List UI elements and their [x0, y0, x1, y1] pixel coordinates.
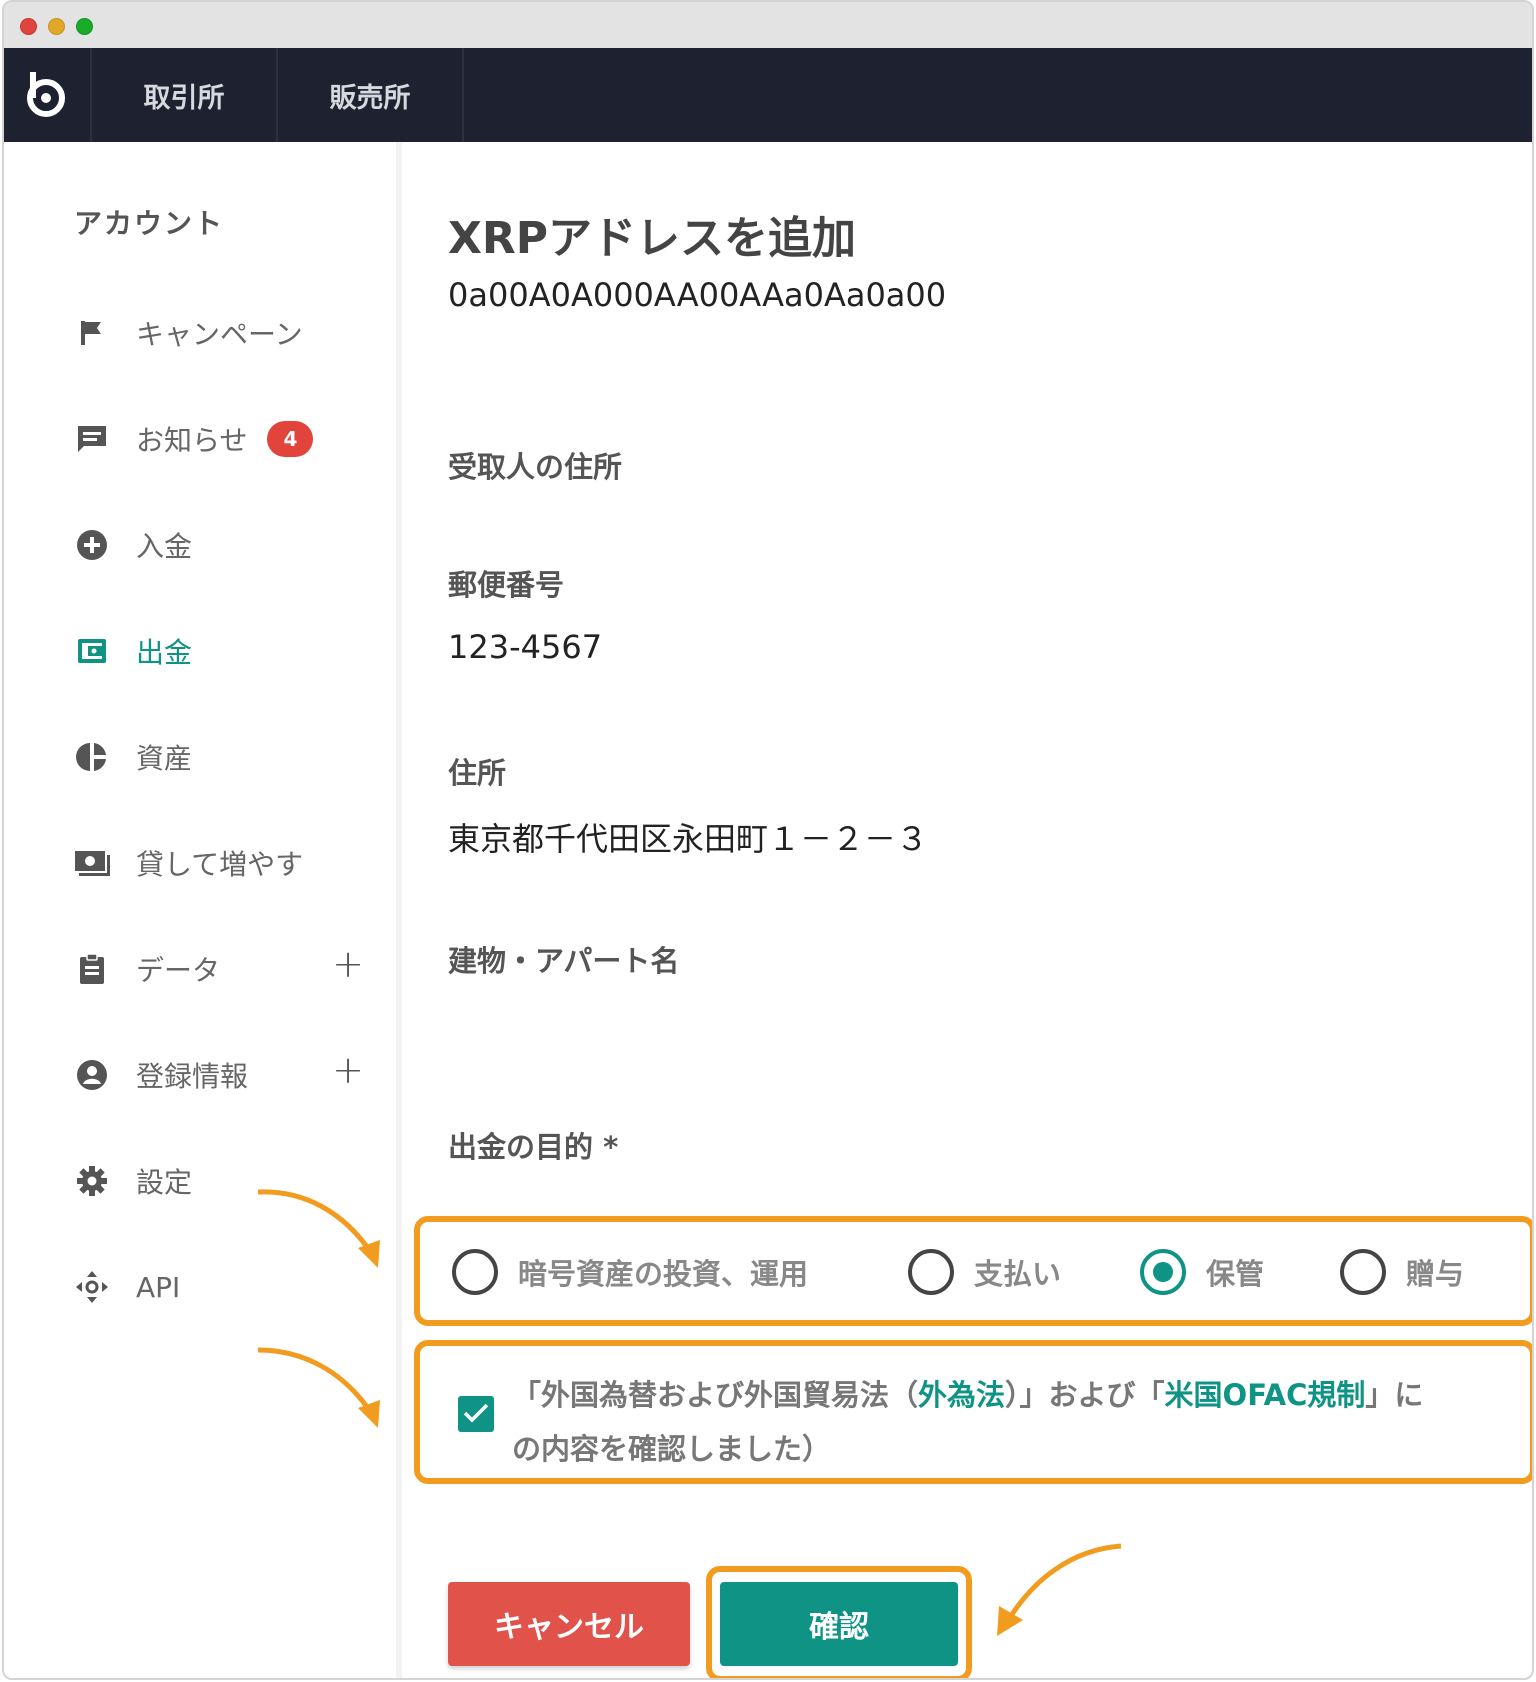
purpose-radio-group: 暗号資産の投資、運用 支払い 保管 贈与: [414, 1216, 1532, 1326]
address-value: 東京都千代田区永田町１－２－３: [448, 820, 929, 858]
sidebar-item-label: キャンペーン: [136, 318, 303, 351]
cancel-button[interactable]: キャンセル: [448, 1582, 690, 1666]
sidebar-item-label: データ: [136, 954, 221, 987]
building-label: 建物・アパート名: [448, 944, 680, 978]
sidebar-item-label: 入金: [136, 530, 193, 563]
gear-icon: [74, 1163, 110, 1199]
consent-checkbox[interactable]: [458, 1396, 494, 1432]
message-icon: [74, 421, 110, 457]
sidebar-item-campaign[interactable]: キャンペーン: [74, 308, 384, 358]
sidebar-item-data[interactable]: データ +: [74, 942, 384, 994]
radio-circle[interactable]: [452, 1249, 498, 1295]
postal-code-label: 郵便番号: [448, 568, 565, 602]
radio-circle[interactable]: [1340, 1249, 1386, 1295]
maximize-window-button[interactable]: [76, 18, 93, 35]
postal-code-value: 123-4567: [448, 628, 603, 666]
annotation-arrow: [997, 1543, 1122, 1636]
minimize-window-button[interactable]: [48, 18, 65, 35]
radio-label: 暗号資産の投資、運用: [518, 1257, 809, 1291]
sidebar-item-label: API: [136, 1270, 181, 1304]
sidebar-item-lending[interactable]: 貸して増やす: [74, 838, 384, 888]
sidebar-item-deposit[interactable]: 入金: [74, 520, 384, 570]
radio-label: 保管: [1206, 1257, 1265, 1291]
purpose-label: 出金の目的 *: [448, 1130, 619, 1164]
sidebar-item-label: 資産: [136, 742, 193, 775]
radio-circle[interactable]: [1140, 1249, 1186, 1295]
confirm-button[interactable]: 確認: [720, 1582, 958, 1666]
tab-sales[interactable]: 販売所: [278, 48, 464, 142]
consent-area: 「外国為替および外国貿易法（外為法）」および「米国OFAC規制」に の内容を確認…: [414, 1340, 1532, 1484]
sidebar-item-label: 設定: [136, 1166, 193, 1199]
radio-circle[interactable]: [908, 1249, 954, 1295]
annotation-arrow: [257, 1189, 380, 1268]
annotation-arrow: [257, 1347, 380, 1428]
top-nav: 取引所 販売所: [4, 48, 1532, 142]
sidebar-item-withdraw[interactable]: 出金: [74, 626, 384, 676]
wallet-icon: [74, 633, 110, 669]
radio-investment[interactable]: 暗号資産の投資、運用: [452, 1249, 808, 1295]
sidebar-item-label: お知らせ: [136, 424, 248, 457]
brand-logo[interactable]: [4, 48, 92, 142]
tab-exchange[interactable]: 取引所: [92, 48, 278, 142]
radio-payment[interactable]: 支払い: [908, 1249, 1061, 1295]
radio-storage[interactable]: 保管: [1140, 1249, 1264, 1295]
fx-law-link[interactable]: 外為法: [918, 1378, 1005, 1412]
ofac-link[interactable]: 米国OFAC規制: [1165, 1378, 1366, 1412]
money-icon: [74, 845, 110, 881]
expand-icon[interactable]: +: [332, 942, 364, 986]
sidebar-heading: アカウント: [74, 207, 225, 240]
radio-gift[interactable]: 贈与: [1340, 1249, 1464, 1295]
xrp-address: 0a00A0A000AA00AAa0Aa0a00: [448, 276, 947, 314]
pie-chart-icon: [74, 739, 110, 775]
user-circle-icon: [74, 1057, 110, 1093]
sidebar-item-label: 登録情報: [136, 1060, 249, 1093]
api-icon: [74, 1269, 110, 1305]
consent-text: 「外国為替および外国貿易法（外為法）」および「米国OFAC規制」に の内容を確認…: [512, 1378, 1424, 1466]
recipient-address-label: 受取人の住所: [448, 450, 623, 484]
page-title: XRPアドレスを追加: [448, 213, 857, 264]
sidebar-item-assets[interactable]: 資産: [74, 732, 384, 782]
expand-icon[interactable]: +: [332, 1048, 364, 1092]
sidebar: アカウント キャンペーン お知らせ 4 入金 出金 資産 貸して増やす データ …: [4, 142, 402, 1678]
sidebar-item-label: 出金: [136, 636, 193, 669]
sidebar-item-profile[interactable]: 登録情報 +: [74, 1048, 384, 1100]
flag-icon: [74, 315, 110, 351]
app-window: 取引所 販売所 アカウント キャンペーン お知らせ 4 入金 出金 資産 貸して…: [2, 0, 1534, 1680]
address-label: 住所: [448, 756, 507, 790]
clipboard-icon: [74, 951, 110, 987]
close-window-button[interactable]: [20, 18, 37, 35]
sidebar-item-news[interactable]: お知らせ 4: [74, 414, 384, 464]
title-bar: [4, 2, 1532, 48]
plus-circle-icon: [74, 527, 110, 563]
radio-label: 支払い: [974, 1257, 1062, 1291]
sidebar-item-label: 貸して増やす: [136, 848, 304, 881]
main-content: XRPアドレスを追加 0a00A0A000AA00AAa0Aa0a00 受取人の…: [402, 142, 1532, 1678]
radio-label: 贈与: [1406, 1257, 1465, 1291]
notification-badge: 4: [267, 421, 314, 457]
